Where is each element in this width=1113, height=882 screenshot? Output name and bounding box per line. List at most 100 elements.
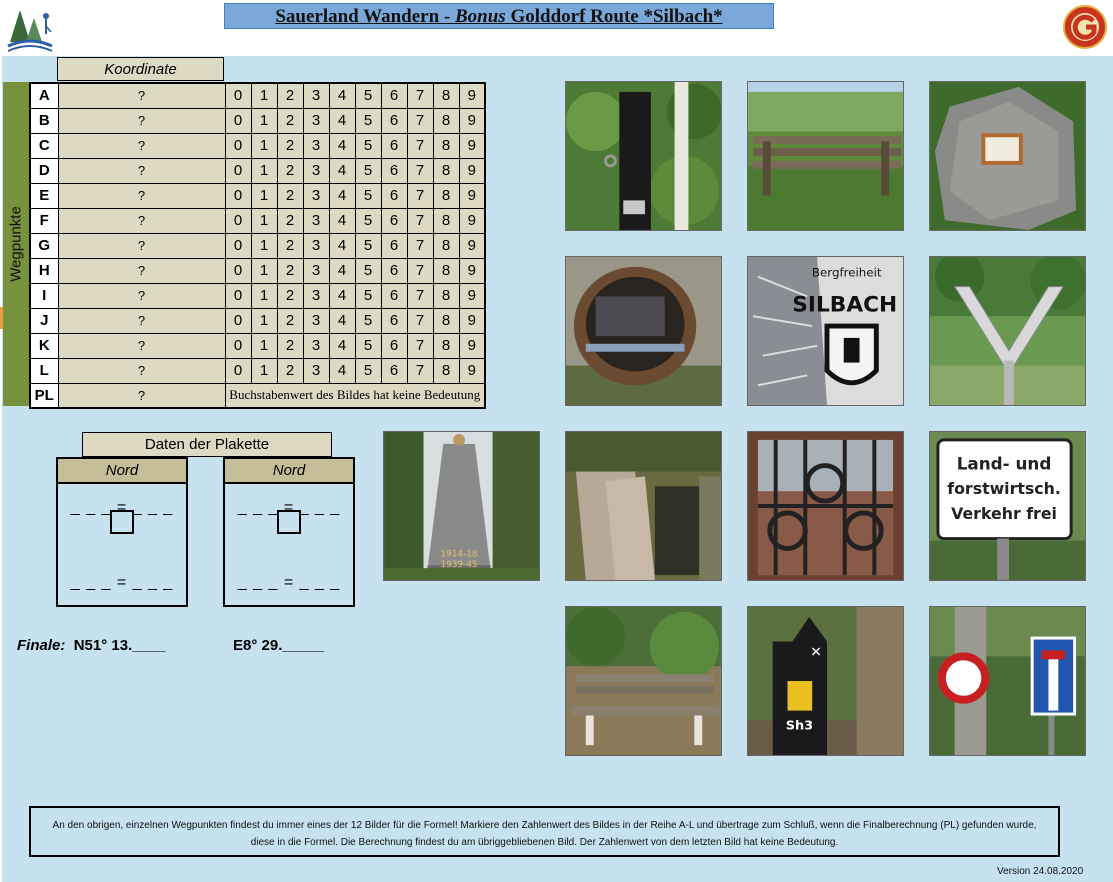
digit-cell[interactable]: 8 xyxy=(432,232,460,259)
digit-cell[interactable]: 4 xyxy=(328,207,356,234)
row-coordinate[interactable]: ? xyxy=(57,307,226,334)
digit-cell[interactable]: 4 xyxy=(328,332,356,359)
digit-cell[interactable]: 8 xyxy=(432,357,460,384)
digit-cell[interactable]: 0 xyxy=(224,332,252,359)
digit-cell[interactable]: 7 xyxy=(406,82,434,109)
digit-cell[interactable]: 6 xyxy=(380,257,408,284)
digit-cell[interactable]: 9 xyxy=(458,107,486,134)
digit-cell[interactable]: 8 xyxy=(432,182,460,209)
digit-cell[interactable]: 2 xyxy=(276,232,304,259)
digit-cell[interactable]: 4 xyxy=(328,182,356,209)
digit-cell[interactable]: 1 xyxy=(250,107,278,134)
digit-cell[interactable]: 3 xyxy=(302,307,330,334)
digit-cell[interactable]: 1 xyxy=(250,332,278,359)
digit-cell[interactable]: 6 xyxy=(380,207,408,234)
digit-cell[interactable]: 4 xyxy=(328,257,356,284)
digit-cell[interactable]: 9 xyxy=(458,257,486,284)
digit-cell[interactable]: 7 xyxy=(406,257,434,284)
digit-cell[interactable]: 0 xyxy=(224,157,252,184)
digit-cell[interactable]: 8 xyxy=(432,307,460,334)
digit-cell[interactable]: 8 xyxy=(432,257,460,284)
digit-cell[interactable]: 0 xyxy=(224,107,252,134)
digit-cell[interactable]: 1 xyxy=(250,257,278,284)
digit-cell[interactable]: 4 xyxy=(328,82,356,109)
digit-cell[interactable]: 9 xyxy=(458,82,486,109)
digit-cell[interactable]: 0 xyxy=(224,257,252,284)
digit-cell[interactable]: 3 xyxy=(302,82,330,109)
digit-cell[interactable]: 9 xyxy=(458,332,486,359)
formula-bottom-right[interactable]: _ _ _ = _ _ _ xyxy=(225,574,353,592)
digit-cell[interactable]: 2 xyxy=(276,182,304,209)
digit-cell[interactable]: 8 xyxy=(432,82,460,109)
row-coordinate[interactable]: ? xyxy=(57,382,226,409)
digit-cell[interactable]: 2 xyxy=(276,282,304,309)
digit-cell[interactable]: 2 xyxy=(276,82,304,109)
row-coordinate[interactable]: ? xyxy=(57,232,226,259)
digit-cell[interactable]: 0 xyxy=(224,282,252,309)
row-coordinate[interactable]: ? xyxy=(57,207,226,234)
digit-cell[interactable]: 1 xyxy=(250,82,278,109)
answer-box-left[interactable] xyxy=(110,510,134,534)
digit-cell[interactable]: 3 xyxy=(302,257,330,284)
row-coordinate[interactable]: ? xyxy=(57,357,226,384)
digit-cell[interactable]: 6 xyxy=(380,232,408,259)
digit-cell[interactable]: 2 xyxy=(276,307,304,334)
digit-cell[interactable]: 7 xyxy=(406,307,434,334)
digit-cell[interactable]: 4 xyxy=(328,232,356,259)
digit-cell[interactable]: 5 xyxy=(354,182,382,209)
digit-cell[interactable]: 6 xyxy=(380,307,408,334)
digit-cell[interactable]: 2 xyxy=(276,207,304,234)
digit-cell[interactable]: 5 xyxy=(354,257,382,284)
finale-north-value[interactable]: N51° 13.____ xyxy=(74,637,166,654)
digit-cell[interactable]: 7 xyxy=(406,232,434,259)
digit-cell[interactable]: 1 xyxy=(250,207,278,234)
digit-cell[interactable]: 8 xyxy=(432,107,460,134)
row-coordinate[interactable]: ? xyxy=(57,132,226,159)
digit-cell[interactable]: 0 xyxy=(224,357,252,384)
digit-cell[interactable]: 6 xyxy=(380,357,408,384)
row-coordinate[interactable]: ? xyxy=(57,157,226,184)
digit-cell[interactable]: 0 xyxy=(224,232,252,259)
digit-cell[interactable]: 3 xyxy=(302,182,330,209)
digit-cell[interactable]: 4 xyxy=(328,357,356,384)
digit-cell[interactable]: 9 xyxy=(458,207,486,234)
digit-cell[interactable]: 5 xyxy=(354,282,382,309)
digit-cell[interactable]: 3 xyxy=(302,107,330,134)
digit-cell[interactable]: 8 xyxy=(432,332,460,359)
digit-cell[interactable]: 9 xyxy=(458,157,486,184)
digit-cell[interactable]: 2 xyxy=(276,357,304,384)
digit-cell[interactable]: 8 xyxy=(432,132,460,159)
digit-cell[interactable]: 1 xyxy=(250,132,278,159)
digit-cell[interactable]: 1 xyxy=(250,232,278,259)
digit-cell[interactable]: 5 xyxy=(354,357,382,384)
digit-cell[interactable]: 2 xyxy=(276,157,304,184)
digit-cell[interactable]: 9 xyxy=(458,182,486,209)
digit-cell[interactable]: 4 xyxy=(328,307,356,334)
digit-cell[interactable]: 7 xyxy=(406,332,434,359)
row-coordinate[interactable]: ? xyxy=(57,257,226,284)
digit-cell[interactable]: 9 xyxy=(458,132,486,159)
digit-cell[interactable]: 1 xyxy=(250,182,278,209)
digit-cell[interactable]: 7 xyxy=(406,157,434,184)
digit-cell[interactable]: 7 xyxy=(406,182,434,209)
digit-cell[interactable]: 4 xyxy=(328,282,356,309)
digit-cell[interactable]: 3 xyxy=(302,132,330,159)
digit-cell[interactable]: 2 xyxy=(276,107,304,134)
digit-cell[interactable]: 3 xyxy=(302,232,330,259)
row-coordinate[interactable]: ? xyxy=(57,332,226,359)
digit-cell[interactable]: 1 xyxy=(250,157,278,184)
digit-cell[interactable]: 7 xyxy=(406,282,434,309)
digit-cell[interactable]: 5 xyxy=(354,332,382,359)
digit-cell[interactable]: 2 xyxy=(276,332,304,359)
digit-cell[interactable]: 7 xyxy=(406,207,434,234)
answer-box-right[interactable] xyxy=(277,510,301,534)
digit-cell[interactable]: 3 xyxy=(302,357,330,384)
digit-cell[interactable]: 6 xyxy=(380,282,408,309)
row-coordinate[interactable]: ? xyxy=(57,82,226,109)
digit-cell[interactable]: 5 xyxy=(354,157,382,184)
digit-cell[interactable]: 7 xyxy=(406,357,434,384)
digit-cell[interactable]: 2 xyxy=(276,257,304,284)
digit-cell[interactable]: 6 xyxy=(380,157,408,184)
digit-cell[interactable]: 5 xyxy=(354,107,382,134)
digit-cell[interactable]: 1 xyxy=(250,307,278,334)
